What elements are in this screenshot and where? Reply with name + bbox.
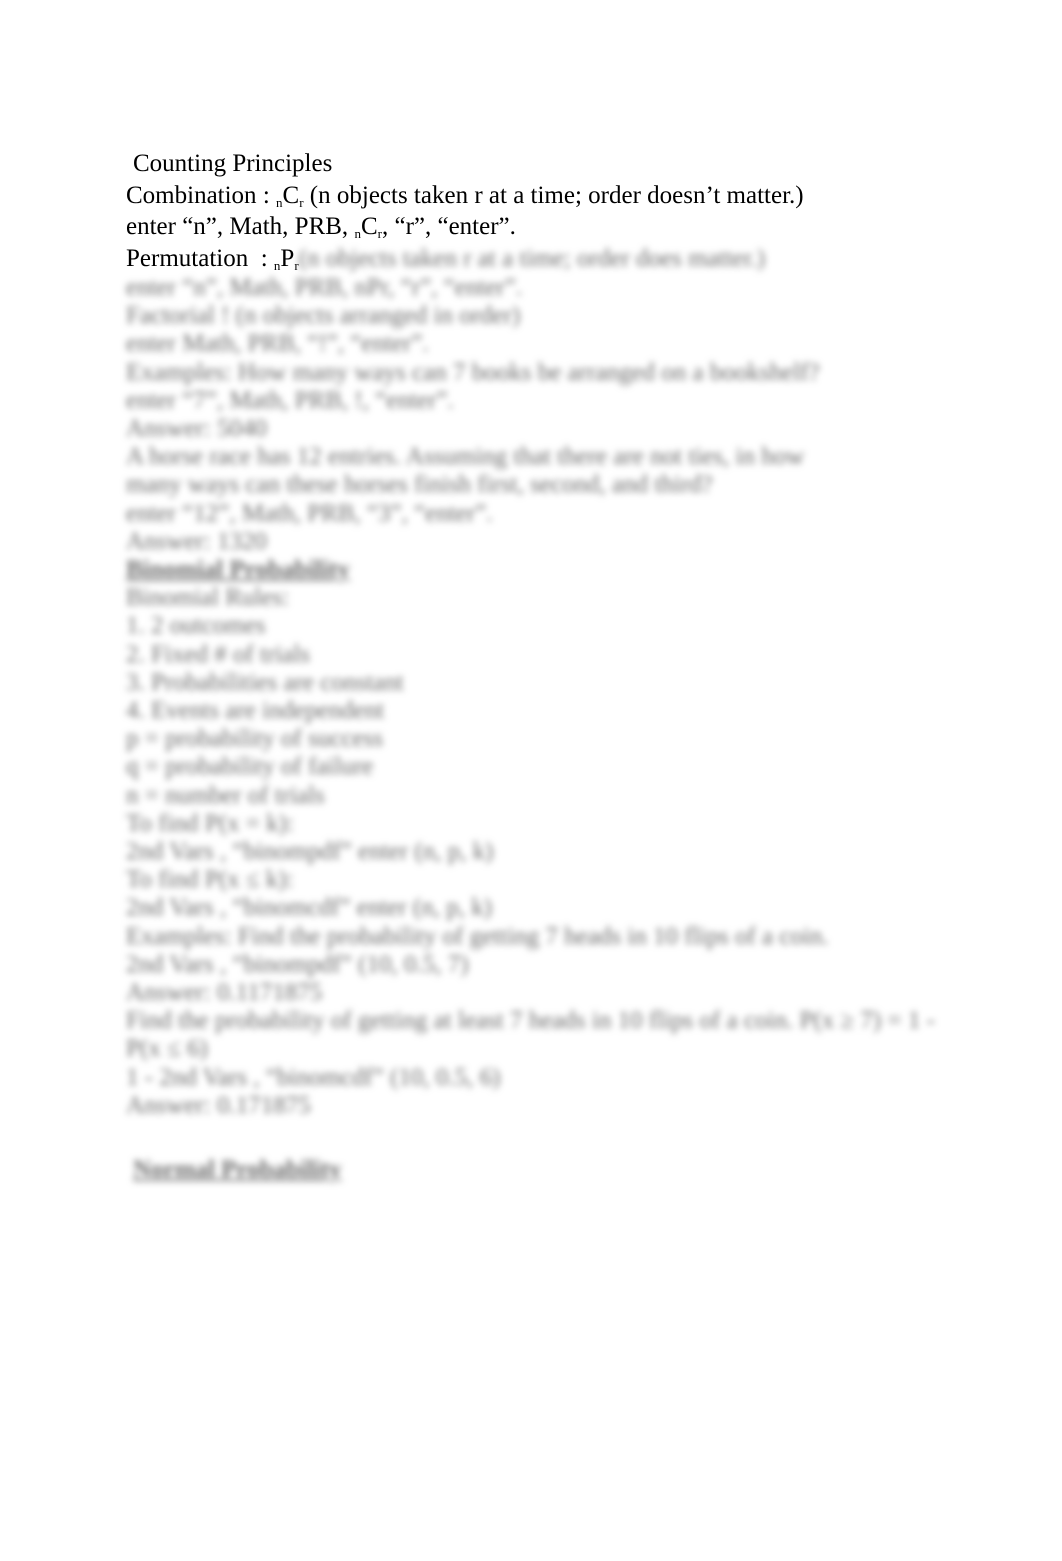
text-line: 2nd Vars , “binomcdf” enter (n, p, k) xyxy=(126,894,493,922)
combination-label: Combination xyxy=(126,181,257,209)
combination-definition: Combination : nCr (n objects taken r at … xyxy=(126,181,804,210)
permutation-definition: Permutation : nPr (n objects taken r at … xyxy=(126,244,766,273)
text-line: 1. 2 outcomes xyxy=(126,612,266,640)
text-line: 2nd Vars , “binompdf” enter (n, p, k) xyxy=(126,838,494,866)
text-line: 3. Probabilities are constant xyxy=(126,668,404,696)
text-line: 2nd Vars , “binompdf” (10, 0.5, 7) xyxy=(126,950,469,978)
permutation-description: (n objects taken r at a time; order does… xyxy=(298,244,766,272)
text-line: Answer: 5040 xyxy=(126,415,267,443)
text-line: 1 - 2nd Vars , “binomcdf” (10, 0.5, 6) xyxy=(126,1063,501,1091)
permutation-label: Permutation xyxy=(126,244,249,272)
text-line: n = number of trials xyxy=(126,781,325,809)
combination-description: (n objects taken r at a time; order does… xyxy=(303,181,804,209)
normal-heading: Normal Probability xyxy=(133,1156,342,1184)
text-line: many ways can these horses finish first,… xyxy=(126,471,713,499)
binomial-heading: Binomial Probability xyxy=(126,556,350,584)
text-line: A horse race has 12 entries. Assuming th… xyxy=(126,443,805,471)
combination-instructions: enter “n”, Math, PRB, nCr, “r”, “enter”. xyxy=(126,213,516,241)
text-line: P(x ≤ 6) xyxy=(126,1035,208,1063)
document-page: Counting Principles Combination : nCr (n… xyxy=(126,148,935,1184)
text-line: Answer: 0.171875 xyxy=(126,1091,311,1119)
text-line: Find the probability of getting at least… xyxy=(126,1007,935,1035)
text-line: enter “7”, Math, PRB, !, “enter”. xyxy=(126,386,454,414)
text-line: enter Math, PRB, “!”, “enter”. xyxy=(126,330,429,358)
text-line: Answer: 1320 xyxy=(126,527,267,555)
text-line: Examples: How many ways can 7 books be a… xyxy=(126,358,820,386)
blurred-content: enter “n”, Math, PRB, nPr, “r”, “enter”.… xyxy=(126,274,935,1184)
text-line: Answer: 0.1171875 xyxy=(126,979,323,1007)
text-line: 4. Events are independent xyxy=(126,697,385,725)
text-line: enter “12”, Math, PRB, “3”, “enter”. xyxy=(126,499,493,527)
text-line: Binomial Rules: xyxy=(126,584,290,612)
text-line: 2. Fixed # of trials xyxy=(126,640,311,668)
text-line: To find P(x ≤ k): xyxy=(126,866,294,894)
text-line: p = probability of success xyxy=(126,725,384,753)
text-line: enter “n”, Math, PRB, nPr, “r”, “enter”. xyxy=(126,274,523,301)
text-line: Factorial ! (n objects arranged in order… xyxy=(126,302,521,330)
text-line: To find P(x = k): xyxy=(126,809,294,837)
document-title: Counting Principles xyxy=(133,150,333,177)
text-line: Examples: Find the probability of gettin… xyxy=(126,922,829,950)
text-line: q = probability of failure xyxy=(126,753,374,781)
